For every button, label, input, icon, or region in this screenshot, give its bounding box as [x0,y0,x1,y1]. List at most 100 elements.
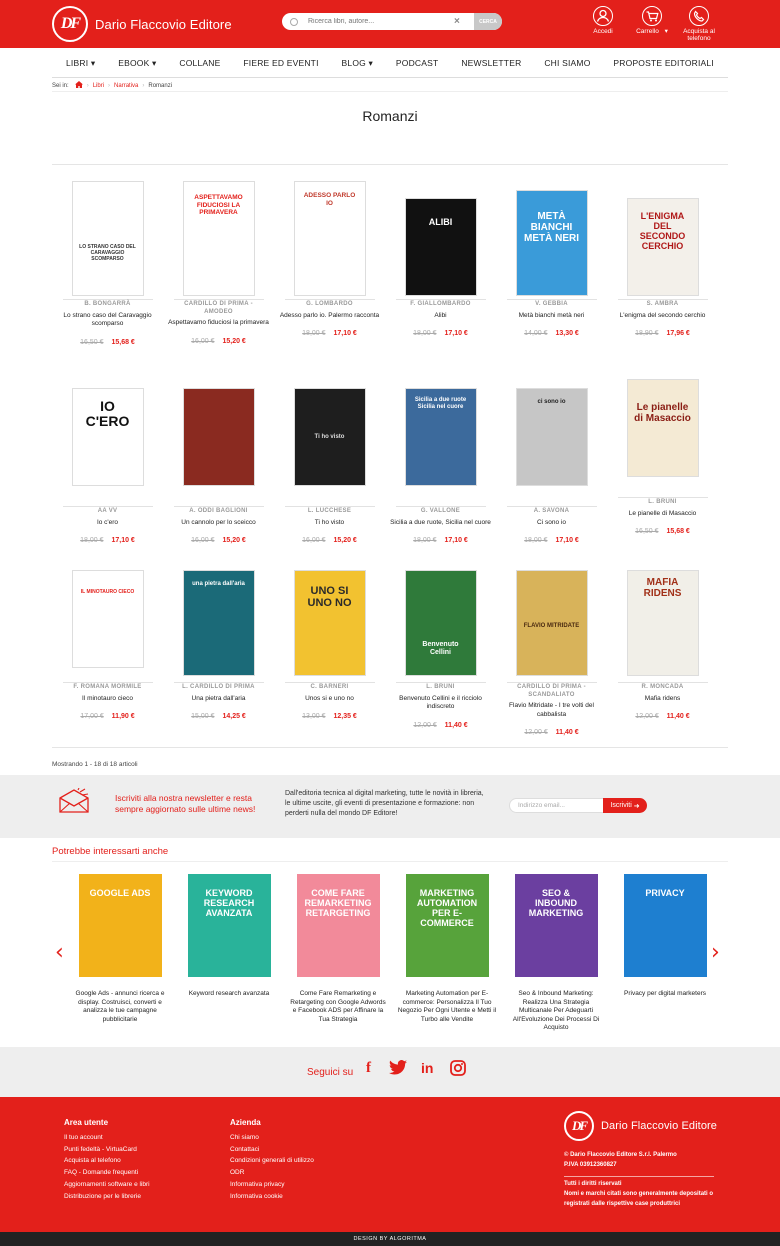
product-title[interactable]: Mafia ridens [607,695,718,704]
product-card[interactable]: Ti ho visto L. LUCCHESE Ti ho visto 16,0… [274,389,385,544]
product-title[interactable]: Metà bianchi metà neri [496,312,607,321]
product-author[interactable]: S. AMBRA [617,299,708,309]
home-icon[interactable] [74,81,83,90]
product-author[interactable]: CARDILLO DI PRIMA - AMODEO [173,299,264,316]
footer-link[interactable]: Condizioni generali di utilizzo [230,1155,314,1167]
newsletter-email-field[interactable]: Indirizzo email... [509,798,604,813]
product-card[interactable]: IO C'ERO AA VV Io c'ero 18,00 € 17,10 € [52,389,163,544]
footer-link[interactable]: Informativa cookie [230,1191,314,1203]
book-cover[interactable]: Ti ho visto [294,389,365,485]
product-title[interactable]: Lo strano caso del Caravaggio scomparso [52,312,163,329]
product-author[interactable]: G. LOMBARDO [284,299,375,309]
account-link[interactable]: Accedi [589,6,617,35]
nav-item-blog[interactable]: BLOG ▾ [342,58,373,69]
search-button[interactable]: CERCA [474,13,502,30]
product-card[interactable]: Sicilia a due ruote Sicilia nel cuore G.… [385,389,496,544]
product-author[interactable]: V. GEBBIA [506,299,597,309]
book-cover[interactable]: LO STRANO CASO DEL CARAVAGGIO SCOMPARSO [72,182,143,295]
product-title[interactable]: Alibi [385,312,496,321]
breadcrumb-narrativa[interactable]: Narrativa [114,83,138,89]
related-book-title[interactable]: Seo & Inbound Marketing: Realizza Una St… [506,990,606,1033]
product-title[interactable]: L'enigma del secondo cerchio [607,312,718,321]
product-title[interactable]: Adesso parlo io. Palermo racconta [274,312,385,321]
product-card[interactable]: IL MINOTAURO CIECO F. ROMANA MORMILE Il … [52,571,163,720]
product-title[interactable]: Una pietra dall'aria [163,695,274,704]
product-author[interactable]: F. GIALLOMBARDO [395,299,486,309]
product-author[interactable]: A. ODDI BAGLIONI [173,506,264,516]
related-book-title[interactable]: Keyword research avanzata [179,990,279,999]
chevron-down-icon[interactable]: ▾ [665,28,668,35]
nav-item-collane[interactable]: COLLANE [179,58,220,68]
twitter-icon[interactable] [389,1060,407,1079]
clear-icon[interactable]: × [454,16,460,27]
product-author[interactable]: L. LUCCHESE [284,506,375,516]
footer-link[interactable]: Punti fedeltà - VirtuaCard [64,1144,150,1156]
book-cover[interactable]: GOOGLE ADS [78,874,162,977]
book-cover[interactable] [183,389,254,485]
product-author[interactable]: G. VALLONE [395,506,486,516]
book-cover[interactable]: UNO SI UNO NO [294,571,365,675]
product-author[interactable]: A. SAVONA [506,506,597,516]
product-card[interactable]: ci sono io A. SAVONA Ci sono io 18,00 € … [496,389,607,544]
search-input[interactable] [308,18,448,25]
book-cover[interactable]: COME FARE REMARKETING RETARGETING [296,874,380,977]
related-book-card[interactable]: KEYWORD RESEARCH AVANZATA Keyword resear… [179,874,279,999]
nav-item-podcast[interactable]: PODCAST [396,58,439,68]
nav-item-fiere[interactable]: FIERE ED EVENTI [243,58,318,68]
product-author[interactable]: AA VV [62,506,153,516]
linkedin-icon[interactable]: in [421,1060,433,1076]
footer-link[interactable]: ODR [230,1167,314,1179]
book-cover[interactable]: KEYWORD RESEARCH AVANZATA [187,874,271,977]
product-card[interactable]: Le pianelle di Masaccio L. BRUNI Le pian… [607,380,718,535]
book-cover[interactable]: FLAVIO MITRIDATE [516,571,587,675]
related-book-title[interactable]: Google Ads - annunci ricerca e display. … [70,990,170,1024]
product-card[interactable]: L'ENIGMA DEL SECONDO CERCHIO S. AMBRA L'… [607,199,718,337]
book-cover[interactable]: ASPETTAVAMO FIDUCIOSI LA PRIMAVERA [183,182,254,295]
related-book-card[interactable]: COME FARE REMARKETING RETARGETING Come F… [288,874,388,1024]
nav-item-libri[interactable]: LIBRI ▾ [66,58,95,69]
footer-link[interactable]: Il tuo account [64,1132,150,1144]
facebook-icon[interactable]: f [366,1060,371,1077]
brand-logo[interactable]: DF Dario Flaccovio Editore [52,6,232,42]
related-book-card[interactable]: PRIVACY Privacy per digital marketers [615,874,715,999]
nav-item-ebook[interactable]: EBOOK ▾ [118,58,156,69]
footer-link[interactable]: Chi siamo [230,1132,314,1144]
footer-link[interactable]: Acquista al telefono [64,1155,150,1167]
product-title[interactable]: Aspettavamo fiduciosi la primavera [163,319,274,328]
product-title[interactable]: Io c'ero [52,519,163,528]
book-cover[interactable]: MARKETING AUTOMATION PER E-COMMERCE [405,874,489,977]
product-title[interactable]: Le pianelle di Masaccio [607,510,718,519]
product-author[interactable]: L. BRUNI [617,497,708,507]
product-card[interactable]: una pietra dall'aria L. CARDILLO DI PRIM… [163,571,274,720]
carousel-prev-arrow-icon[interactable]: ‹ [55,940,64,965]
phone-order-link[interactable]: Acquista al telefono [682,6,716,42]
book-cover[interactable]: SEO & INBOUND MARKETING [514,874,598,977]
product-author[interactable]: L. BRUNI [395,682,486,692]
book-cover[interactable]: ci sono io [516,389,587,485]
breadcrumb-libri[interactable]: Libri [93,83,104,89]
product-card[interactable]: Benvenuto Cellini L. BRUNI Benvenuto Cel… [385,571,496,729]
newsletter-subscribe-button[interactable]: Iscriviti ➜ [603,798,647,813]
product-card[interactable]: METÀ BIANCHI METÀ NERI V. GEBBIA Metà bi… [496,191,607,337]
product-card[interactable]: LO STRANO CASO DEL CARAVAGGIO SCOMPARSO … [52,182,163,346]
footer-link[interactable]: Contattaci [230,1144,314,1156]
product-card[interactable]: ALIBI F. GIALLOMBARDO Alibi 18,00 € 17,1… [385,199,496,337]
instagram-icon[interactable] [450,1060,466,1080]
book-cover[interactable]: Sicilia a due ruote Sicilia nel cuore [405,389,476,485]
product-title[interactable]: Flavio Mitridate - I tre volti del cabba… [496,702,607,719]
book-cover[interactable]: Le pianelle di Masaccio [627,380,698,476]
nav-item-chi-siamo[interactable]: CHI SIAMO [544,58,590,68]
related-book-title[interactable]: Marketing Automation per E-commerce: Per… [397,990,497,1024]
product-title[interactable]: Ci sono io [496,519,607,528]
product-author[interactable]: CARDILLO DI PRIMA - SCANDALIATO [506,682,597,699]
book-cover[interactable]: METÀ BIANCHI METÀ NERI [516,191,587,295]
product-title[interactable]: Il minotauro cieco [52,695,163,704]
product-title[interactable]: Sicilia a due ruote, Sicilia nel cuore [385,519,496,528]
product-author[interactable]: L. CARDILLO DI PRIMA [173,682,264,692]
related-book-card[interactable]: SEO & INBOUND MARKETING Seo & Inbound Ma… [506,874,606,1033]
footer-link[interactable]: FAQ - Domande frequenti [64,1167,150,1179]
product-author[interactable]: F. ROMANA MORMILE [62,682,153,692]
footer-link[interactable]: Distribuzione per le librerie [64,1191,150,1203]
related-book-card[interactable]: MARKETING AUTOMATION PER E-COMMERCE Mark… [397,874,497,1024]
book-cover[interactable]: MAFIA RIDENS [627,571,698,675]
